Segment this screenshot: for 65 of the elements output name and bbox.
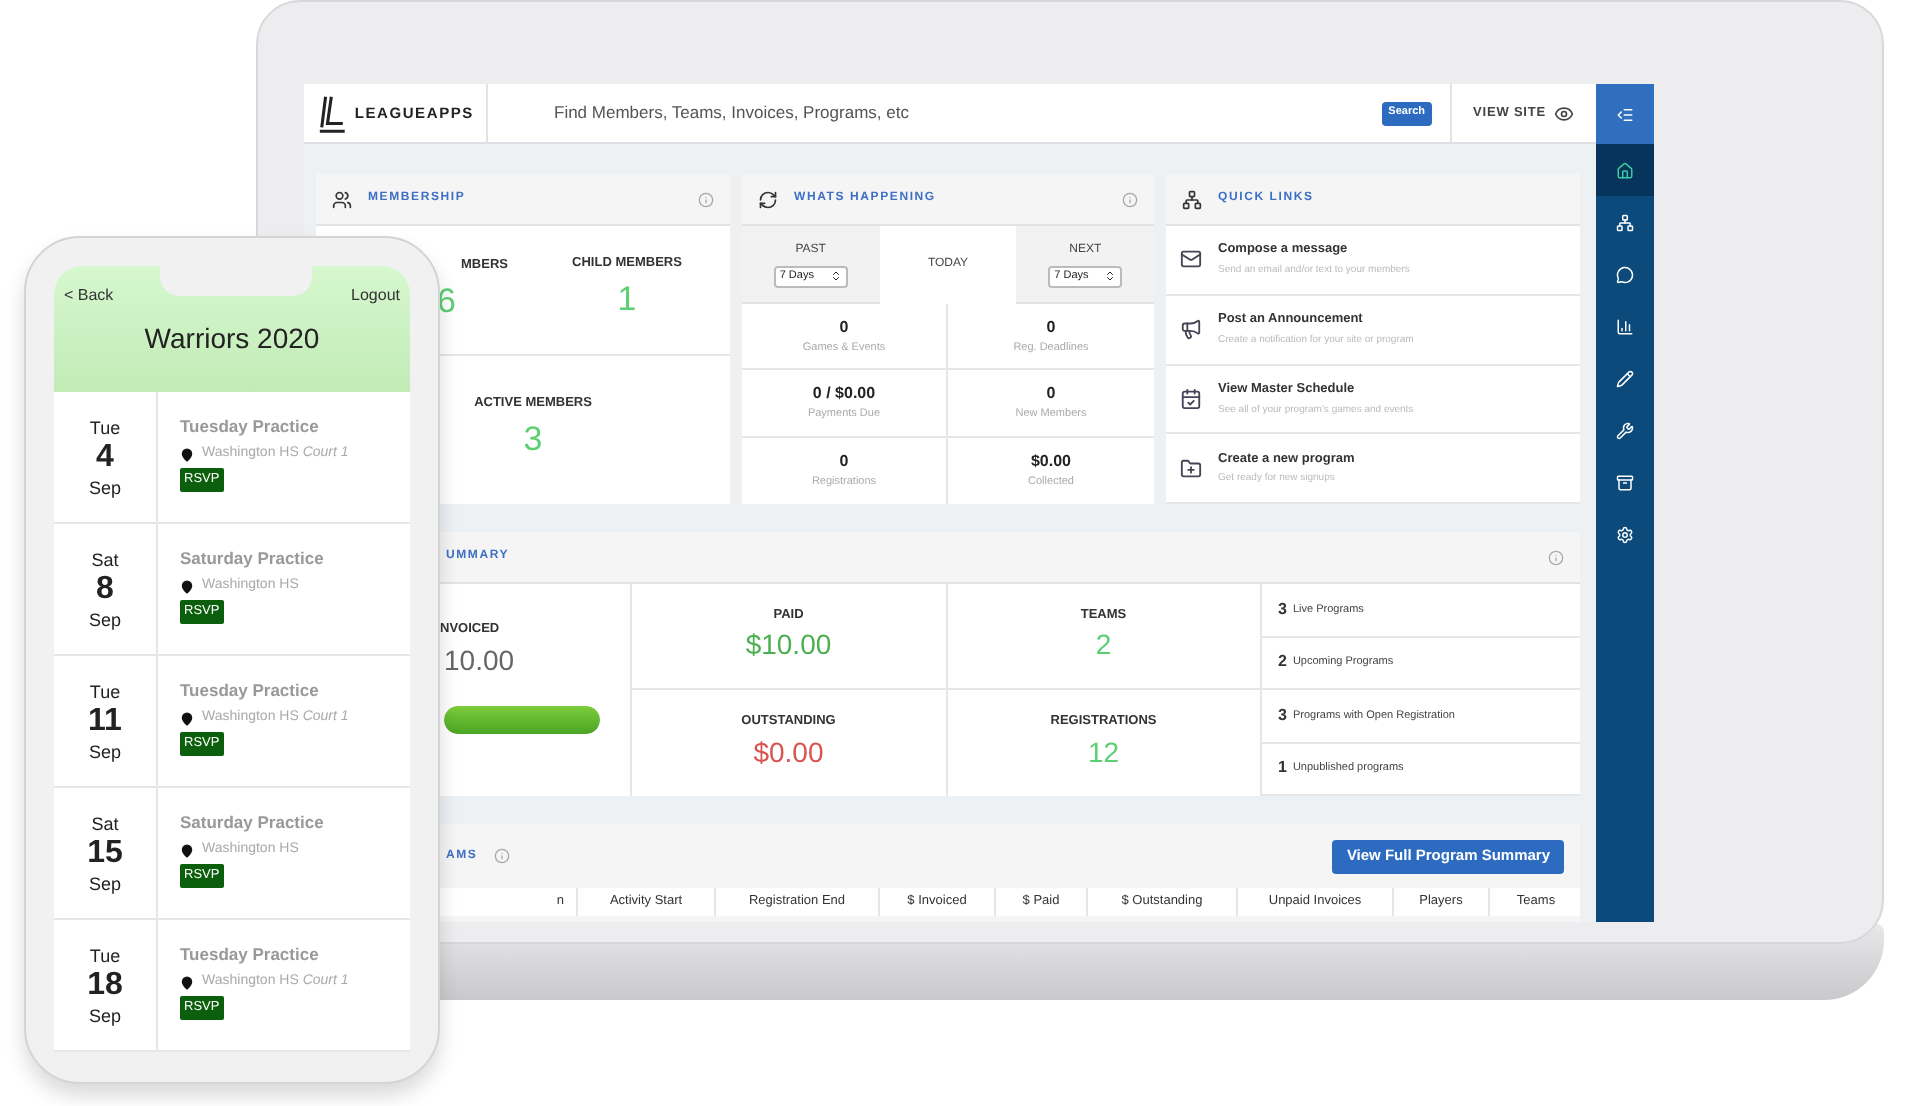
pin-icon: [180, 579, 194, 593]
event-day: 15: [87, 835, 123, 871]
event-weekday: Sat: [91, 547, 119, 571]
pencil-icon: [1616, 369, 1634, 387]
stat-value: 3: [523, 418, 543, 463]
event-day: 11: [88, 703, 122, 739]
event-month: Sep: [88, 475, 121, 499]
stat-value: 0 / $0.00: [812, 382, 876, 407]
folder-plus-icon: [1180, 457, 1202, 480]
stat-value: 0: [1046, 316, 1056, 341]
pin-icon: [180, 447, 194, 461]
bar-chart-icon: [1616, 317, 1634, 335]
event-weekday: Sat: [91, 811, 119, 835]
stat-value: $0.00: [753, 733, 824, 772]
sitemap-icon: [1182, 189, 1202, 209]
stat-value: 0: [839, 450, 849, 475]
stat-value: 1: [617, 278, 637, 323]
search-field[interactable]: Find Members, Teams, Invoices, Programs, etc: [554, 100, 1367, 126]
chat-icon: [1616, 265, 1634, 283]
pin-icon: [180, 975, 194, 989]
event-title: Saturday Practice: [180, 546, 326, 572]
home-icon: [1616, 161, 1634, 179]
stat-value: 2: [1095, 626, 1112, 665]
stat-value: $10.00: [745, 626, 832, 665]
event-month: Sep: [88, 607, 121, 631]
pin-icon: [180, 711, 194, 725]
event-weekday: Tue: [89, 943, 121, 967]
stat-value: 0: [839, 316, 849, 341]
logout-link[interactable]: Logout: [351, 284, 400, 308]
stat-value: 12: [1087, 733, 1120, 772]
people-icon: [332, 189, 352, 209]
program-count: 3: [1278, 597, 1287, 622]
event-weekday: Tue: [89, 679, 121, 703]
archive-icon: [1616, 473, 1634, 491]
event-title: Tuesday Practice: [180, 678, 321, 704]
sidebar-item[interactable]: [1596, 144, 1654, 196]
event-title: Tuesday Practice: [180, 414, 321, 440]
envelope-icon: [1180, 248, 1202, 271]
collapse-icon: [1616, 105, 1634, 123]
stat-value: 10.00: [442, 641, 517, 680]
event-title: Tuesday Practice: [180, 942, 321, 968]
wrench-icon: [1616, 421, 1634, 439]
team-title: Warriors 2020: [142, 320, 322, 358]
stat-value: $0.00: [1030, 450, 1072, 475]
event-month: Sep: [88, 1003, 121, 1027]
event-day: 18: [87, 967, 123, 1003]
program-count: 3: [1278, 703, 1287, 728]
event-day: 4: [96, 439, 114, 475]
pin-icon: [180, 843, 194, 857]
logo-icon: [316, 93, 347, 133]
settings-icon: [1616, 525, 1634, 543]
stat-value: 0: [1046, 382, 1056, 407]
program-count: 2: [1278, 650, 1287, 675]
calendar-icon: [1180, 387, 1202, 410]
program-count: 1: [1278, 756, 1287, 781]
event-weekday: Tue: [89, 415, 121, 439]
refresh-icon: [758, 189, 778, 209]
megaphone-icon: [1180, 318, 1202, 341]
sitemap-icon: [1616, 213, 1634, 231]
event-day: 8: [96, 571, 114, 607]
back-link[interactable]: < Back: [64, 284, 114, 308]
event-month: Sep: [88, 739, 121, 763]
event-month: Sep: [88, 871, 121, 895]
eye-icon[interactable]: [1554, 103, 1574, 123]
event-title: Saturday Practice: [180, 810, 326, 836]
